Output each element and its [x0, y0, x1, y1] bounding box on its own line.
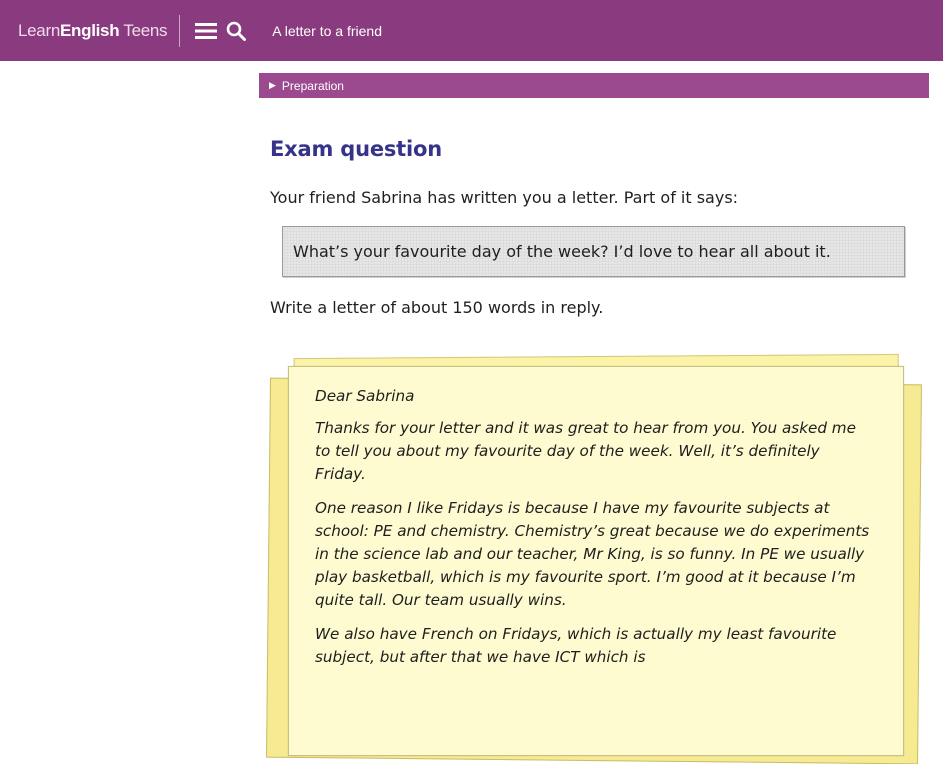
exam-question-heading: Exam question [270, 137, 442, 161]
letter-paragraph-2: One reason I like Fridays is because I h… [315, 499, 870, 609]
search-icon[interactable] [224, 19, 248, 43]
exam-instruction-text: Write a letter of about 150 words in rep… [270, 298, 604, 317]
letter-salutation: Dear Sabrina [315, 387, 415, 405]
logo-english: English [59, 20, 120, 40]
letter-paper: Dear Sabrina Thanks for your letter and … [288, 366, 904, 756]
header-divider [179, 14, 181, 47]
hamburger-icon[interactable] [194, 19, 218, 43]
letter-paragraph-3: We also have French on Fridays, which is… [315, 625, 837, 666]
logo-learn: Learn [18, 20, 60, 40]
main-content: Exam question Your friend Sabrina has wr… [270, 125, 920, 317]
site-logo[interactable]: LearnEnglish Teens [18, 20, 168, 41]
exam-intro-text: Your friend Sabrina has written you a le… [270, 188, 739, 207]
preparation-toggle[interactable]: ▶ Preparation [259, 73, 929, 98]
letter-body: Dear Sabrina Thanks for your letter and … [315, 385, 875, 680]
quote-text: What’s your favourite day of the week? I… [293, 242, 831, 261]
preparation-label: Preparation [281, 78, 344, 93]
letter-paragraph-1: Thanks for your letter and it was great … [315, 419, 856, 483]
page-title: A letter to a friend [272, 22, 382, 39]
logo-teens: Teens [119, 20, 168, 40]
quote-box: What’s your favourite day of the week? I… [282, 226, 905, 277]
top-navigation-bar: LearnEnglish Teens A letter to a friend [0, 0, 943, 61]
triangle-right-icon: ▶ [269, 80, 276, 90]
